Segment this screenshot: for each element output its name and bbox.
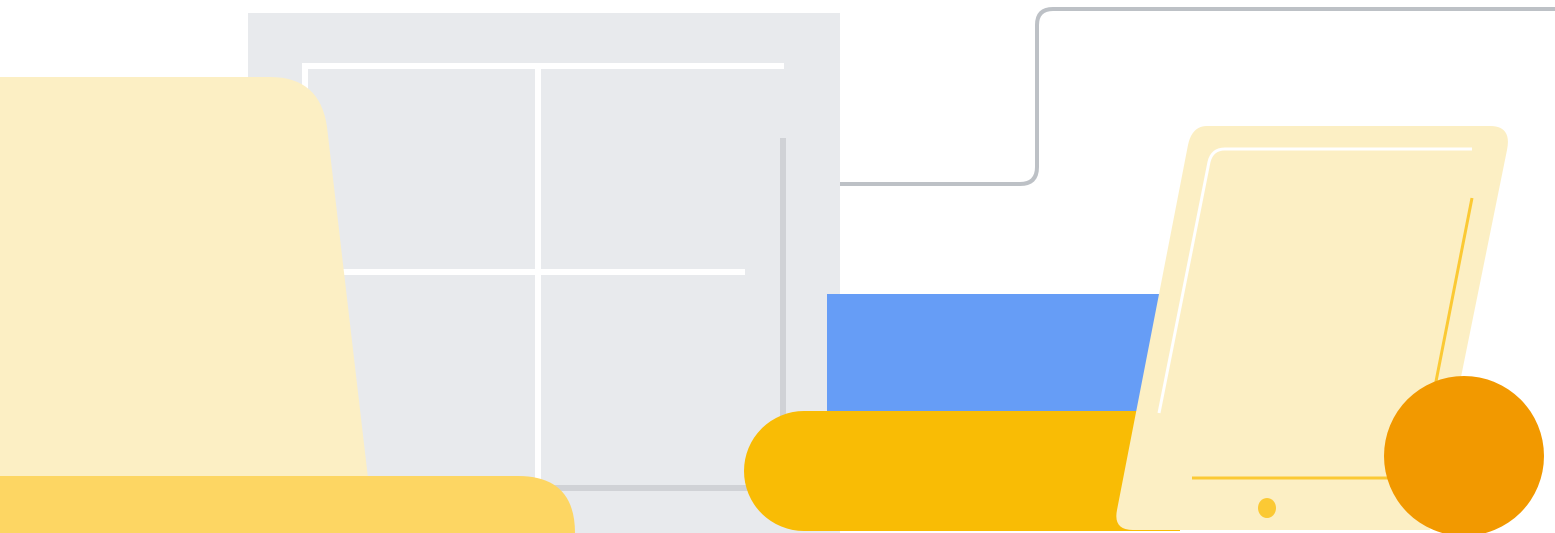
window-transom-horizontal (330, 269, 745, 275)
laptop-screen (0, 77, 368, 478)
orange-circle (1384, 376, 1544, 533)
devices-illustration (0, 7, 1555, 533)
yellow-pill (744, 411, 1180, 531)
tablet-home-button (1258, 498, 1276, 518)
laptop-base (0, 476, 575, 533)
window-frame-top (302, 63, 784, 69)
blue-block (827, 294, 1172, 429)
illustration-canvas (0, 0, 1555, 533)
